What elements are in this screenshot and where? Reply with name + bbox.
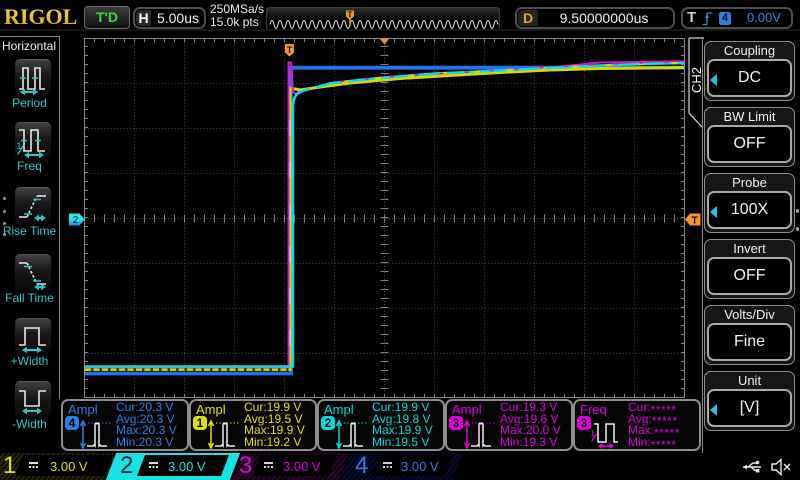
svg-text:2: 2: [73, 215, 79, 226]
svg-text:T: T: [691, 216, 697, 227]
svg-text:T: T: [348, 11, 353, 20]
svg-text:T: T: [287, 45, 293, 55]
